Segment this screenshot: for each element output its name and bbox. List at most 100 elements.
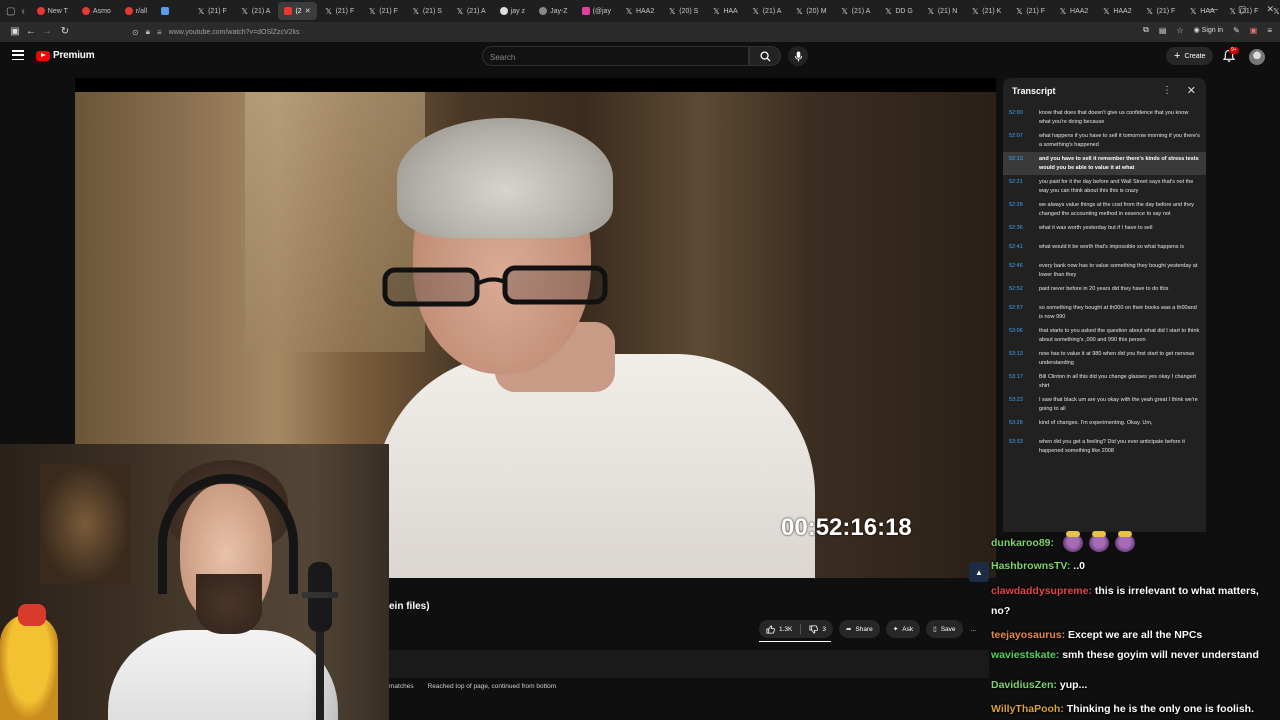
voice-search-button[interactable]	[788, 46, 808, 66]
browser-tab[interactable]: 𝕏(21) A	[235, 2, 277, 20]
transcript-segment[interactable]: 53:17 Bill Clinton in all this did you ch…	[1003, 370, 1206, 393]
dislike-button[interactable]: 3	[809, 624, 826, 634]
segment-timestamp[interactable]: 52:52	[1009, 285, 1039, 298]
transcript-segment[interactable]: 52:36 what it was worth yesterday but if …	[1003, 221, 1206, 240]
segment-timestamp[interactable]: 52:21	[1009, 178, 1039, 195]
browser-tab[interactable]: 𝕏 (21) F	[362, 2, 404, 20]
chat-username[interactable]: clawdaddysupreme:	[991, 585, 1092, 597]
browser-tab[interactable]: 𝕏 (21) F	[1140, 2, 1182, 20]
transcript-segment[interactable]: 53:06 that starts to you asked the questi…	[1003, 324, 1206, 347]
profile-icon[interactable]: ▣	[1250, 26, 1258, 35]
like-button[interactable]: 1.3K	[766, 624, 792, 634]
maximize-icon[interactable]: ▢	[1238, 4, 1247, 15]
browser-tab[interactable]: New T	[31, 2, 74, 20]
segment-timestamp[interactable]: 53:23	[1009, 396, 1039, 413]
tab-back-icon[interactable]: ‹	[21, 3, 24, 19]
browser-tab[interactable]: 𝕏(21) A	[835, 2, 877, 20]
ask-button[interactable]: ✦ Ask	[885, 620, 921, 638]
account-avatar[interactable]	[1249, 49, 1265, 65]
close-transcript-icon[interactable]: ✕	[1187, 84, 1196, 97]
chat-username[interactable]: waviestskate:	[991, 649, 1059, 661]
hamburger-menu-icon[interactable]	[12, 50, 24, 60]
segment-timestamp[interactable]: 52:00	[1009, 109, 1039, 126]
browser-tab[interactable]: 𝕏 (21) F	[1009, 2, 1051, 20]
browser-tab[interactable]: Jay-Z	[533, 2, 574, 20]
extensions-icon[interactable]: ✎	[1233, 26, 1240, 35]
transcript-segment[interactable]: 52:52 paid never before in 20 years did t…	[1003, 282, 1206, 301]
chat-username[interactable]: WillyThaPooh:	[991, 703, 1064, 715]
transcript-segment[interactable]: 52:07 what happens if you have to sell it…	[1003, 129, 1206, 152]
browser-tab[interactable]: 𝕏 (21) F	[319, 2, 361, 20]
transcript-segment[interactable]: 53:28 kind of changes. I'm experimenting.…	[1003, 416, 1206, 435]
browser-tab[interactable]	[155, 2, 189, 20]
browser-tab[interactable]: 𝕏(21) A	[746, 2, 788, 20]
sign-in-button[interactable]: ◉ Sign in	[1194, 26, 1223, 34]
reload-icon[interactable]: ↻	[56, 26, 74, 37]
transcript-segment[interactable]: 53:13 now has to value it at 980 when did…	[1003, 347, 1206, 370]
minimize-icon[interactable]: —	[1209, 4, 1218, 15]
url-field[interactable]: ⊙ 🔒︎ ≡ www.youtube.com/watch?v=dOSlZzcV2…	[132, 25, 1122, 39]
browser-tab[interactable]: 𝕏 (20) S	[662, 2, 704, 20]
transcript-segment[interactable]: 53:23 I saw that black um are you okay wi…	[1003, 393, 1206, 416]
transcript-segment[interactable]: 52:28 we always value things at the cost …	[1003, 198, 1206, 221]
segment-timestamp[interactable]: 52:41	[1009, 243, 1039, 256]
reader-icon[interactable]: ▤	[1159, 26, 1167, 35]
segment-timestamp[interactable]: 53:13	[1009, 350, 1039, 367]
browser-tab[interactable]: 𝕏 DD G	[878, 2, 919, 20]
browser-tab[interactable]: 𝕏 (21) K	[965, 2, 1007, 20]
browser-tab[interactable]: 𝕏 (21) F	[191, 2, 233, 20]
browser-tab[interactable]: jay z	[494, 2, 531, 20]
browser-tab[interactable]: 𝕏 (21) S	[406, 2, 448, 20]
search-button[interactable]	[749, 46, 781, 66]
search-input[interactable]	[483, 48, 748, 67]
browser-tab[interactable]: Asmo	[76, 2, 117, 20]
save-button[interactable]: ▯ Save	[926, 620, 963, 638]
share-button[interactable]: ➦ Share	[839, 620, 880, 638]
transcript-segment[interactable]: 52:13 and you have to sell it remember th…	[1003, 152, 1206, 175]
install-app-icon[interactable]: ⧉	[1143, 25, 1149, 35]
transcript-segment[interactable]: 52:41 what would it be worth that's impos…	[1003, 240, 1206, 259]
more-actions-button[interactable]: ...	[969, 620, 978, 638]
transcript-segment[interactable]: 52:46 every bank now has to value somethi…	[1003, 259, 1206, 282]
tab-actions-icon[interactable]: ▢	[6, 3, 15, 19]
segment-timestamp[interactable]: 53:33	[1009, 438, 1039, 455]
browser-tab[interactable]: r/all	[119, 2, 153, 20]
transcript-segment[interactable]: 52:57 so something they bought at th000 o…	[1003, 301, 1206, 324]
tune-icon[interactable]: ≡	[157, 28, 162, 37]
transcript-segment[interactable]: 52:21 you paid for it the day before and …	[1003, 175, 1206, 198]
chat-username[interactable]: teejayosaurus:	[991, 629, 1065, 641]
browser-tab[interactable]: 𝕏 HAA	[706, 2, 743, 20]
segment-timestamp[interactable]: 52:28	[1009, 201, 1039, 218]
browser-tab[interactable]: (@jay	[576, 2, 617, 20]
youtube-logo[interactable]: Premium	[36, 50, 95, 61]
browser-tab[interactable]: 𝕏 HAA2	[1096, 2, 1137, 20]
transcript-segment[interactable]: 52:00 know that does that doesn't give us…	[1003, 106, 1206, 129]
site-info-icon[interactable]: ⊙	[132, 28, 139, 37]
segment-timestamp[interactable]: 52:36	[1009, 224, 1039, 237]
segment-timestamp[interactable]: 52:46	[1009, 262, 1039, 279]
browser-tab[interactable]: 𝕏 HAA2	[1053, 2, 1094, 20]
transcript-segment[interactable]: 53:33 when did you get a feeling? Did you…	[1003, 435, 1206, 458]
segment-timestamp[interactable]: 53:17	[1009, 373, 1039, 390]
browser-tab[interactable]: 𝕏 (21) N	[921, 2, 963, 20]
segment-timestamp[interactable]: 52:13	[1009, 155, 1039, 172]
segment-timestamp[interactable]: 53:28	[1009, 419, 1039, 432]
close-window-icon[interactable]: ✕	[1266, 4, 1274, 15]
browser-tab[interactable]: (2 ✕	[278, 2, 317, 20]
bookmark-star-icon[interactable]: ☆	[1176, 26, 1183, 35]
browser-menu-icon[interactable]: ≡	[1267, 26, 1272, 35]
chat-username[interactable]: HashbrownsTV:	[991, 560, 1070, 572]
tab-label: (21) A	[851, 7, 871, 15]
chat-username[interactable]: DavidiusZen:	[991, 679, 1057, 691]
forward-icon[interactable]: →	[38, 26, 56, 37]
browser-tab[interactable]: 𝕏(21) A	[450, 2, 492, 20]
close-tab-icon[interactable]: ✕	[305, 7, 311, 15]
segment-timestamp[interactable]: 52:07	[1009, 132, 1039, 149]
chat-username[interactable]: dunkaroo89:	[991, 537, 1054, 549]
more-options-icon[interactable]: ⋮	[1162, 85, 1172, 96]
segment-timestamp[interactable]: 52:57	[1009, 304, 1039, 321]
create-button[interactable]: + Create	[1166, 47, 1214, 65]
browser-tab[interactable]: 𝕏 HAA2	[619, 2, 660, 20]
segment-timestamp[interactable]: 53:06	[1009, 327, 1039, 344]
browser-tab[interactable]: 𝕏 (20) M	[789, 2, 832, 20]
